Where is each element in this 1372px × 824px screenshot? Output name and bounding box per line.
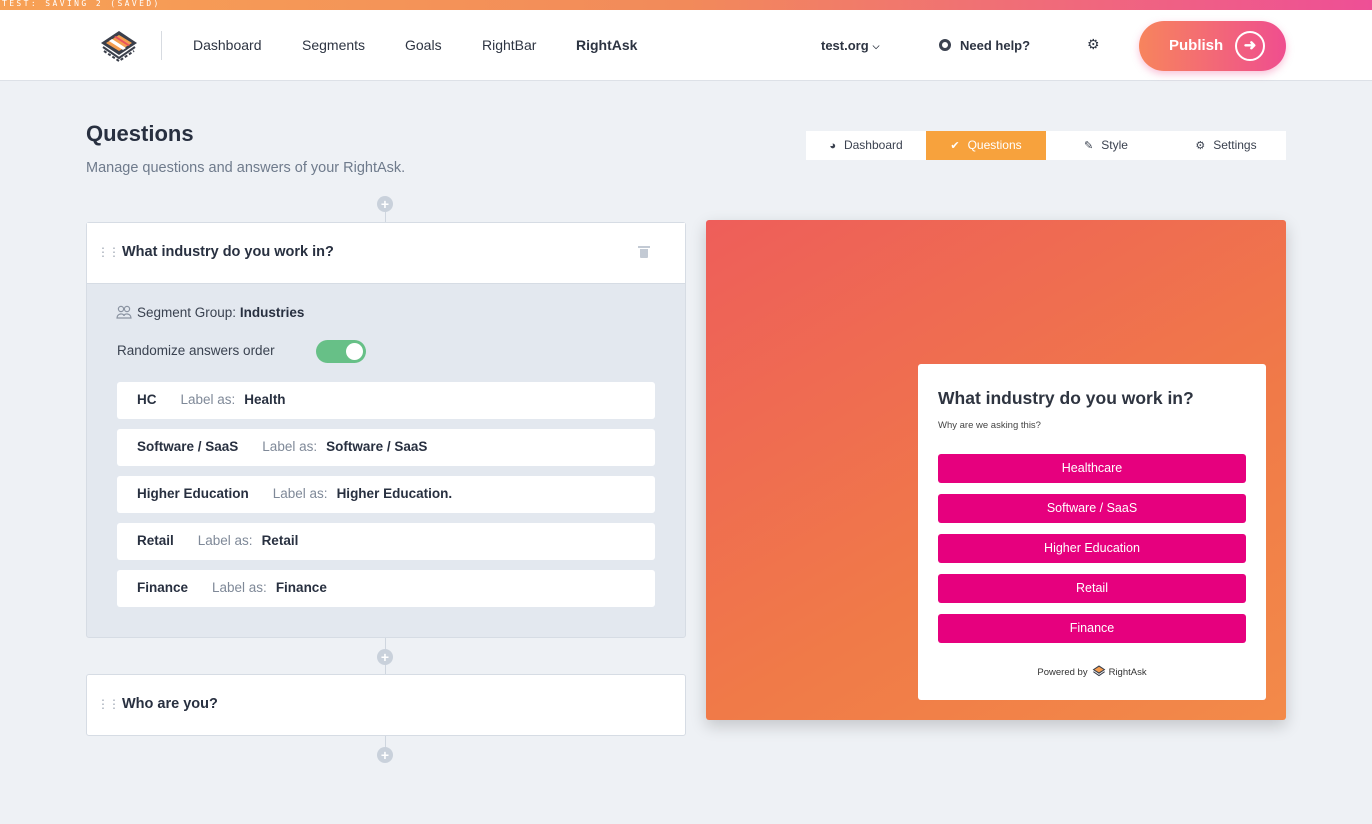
answer-code: Retail	[137, 533, 174, 548]
org-name: test.org	[821, 38, 869, 53]
brush-icon: ✎	[1084, 140, 1094, 152]
arrow-right-icon: ➜	[1235, 31, 1265, 61]
answer-code: Software / SaaS	[137, 439, 239, 454]
widget-preview: What industry do you work in? Why are we…	[706, 220, 1286, 720]
answer-label[interactable]: Software / SaaS	[326, 439, 427, 454]
answer-row[interactable]: Higher Education Label as: Higher Educatio…	[117, 476, 655, 513]
preview-question-title: What industry do you work in?	[938, 388, 1194, 408]
segment-group-label: Segment Group:	[137, 305, 237, 320]
group-icon	[116, 305, 132, 319]
nav-rightbar[interactable]: RightBar	[482, 37, 536, 53]
question-title[interactable]: What industry do you work in?	[122, 244, 334, 260]
chevron-down-icon: ⌵	[872, 41, 880, 51]
answer-row[interactable]: Finance Label as: Finance	[117, 570, 655, 607]
nav-dashboard[interactable]: Dashboard	[193, 37, 262, 53]
gauge-icon: ◕	[829, 140, 836, 152]
answer-row[interactable]: Retail Label as: Retail	[117, 523, 655, 560]
lifebuoy-icon	[939, 39, 951, 51]
preview-widget: What industry do you work in? Why are we…	[918, 364, 1266, 700]
status-text: TEST: SAVING 2 (SAVED)	[2, 0, 161, 8]
tab-dashboard[interactable]: ◕ Dashboard	[806, 131, 926, 160]
label-as-text: Label as:	[272, 486, 328, 501]
section-tabs: ◕ Dashboard ✔ Questions ✎ Style ⚙ Settings	[806, 131, 1286, 160]
page-subtitle: Manage questions and answers of your Rig…	[86, 160, 406, 176]
tab-settings[interactable]: ⚙ Settings	[1166, 131, 1286, 160]
connector-line	[385, 212, 386, 222]
preview-why-link[interactable]: Why are we asking this?	[938, 420, 1041, 431]
tab-label: Style	[1101, 138, 1128, 152]
answer-label[interactable]: Higher Education.	[337, 486, 453, 501]
answer-label[interactable]: Retail	[262, 533, 299, 548]
answer-code: HC	[137, 392, 157, 407]
randomize-label: Randomize answers order	[117, 343, 275, 358]
publish-button[interactable]: Publish ➜	[1139, 21, 1286, 71]
question-header[interactable]: ⋮⋮ What industry do you work in?	[87, 223, 685, 284]
segment-group-value[interactable]: Industries	[240, 305, 305, 320]
help-link[interactable]: Need help?	[939, 38, 1030, 53]
answer-code: Finance	[137, 580, 189, 595]
tab-label: Settings	[1213, 138, 1257, 152]
tab-style[interactable]: ✎ Style	[1046, 131, 1166, 160]
rightask-logo-icon[interactable]	[100, 30, 138, 64]
org-selector[interactable]: test.org ⌵	[821, 38, 880, 53]
label-as-text: Label as:	[262, 439, 318, 454]
preview-answer-button[interactable]: Higher Education	[938, 534, 1246, 563]
powered-by-text: Powered by	[1037, 667, 1088, 678]
segment-group: Segment Group: Industries	[116, 305, 304, 320]
answer-row[interactable]: Software / SaaS Label as: Software / SaaS	[117, 429, 655, 466]
gear-icon: ⚙	[1195, 140, 1206, 152]
answer-row[interactable]: HC Label as: Health	[117, 382, 655, 419]
answer-label[interactable]: Health	[244, 392, 285, 407]
add-question-plus-icon[interactable]: +	[377, 649, 393, 665]
nav-goals[interactable]: Goals	[405, 37, 442, 53]
question-card: ⋮⋮ What industry do you work in? Segment…	[86, 222, 686, 638]
check-icon: ✔	[950, 140, 960, 152]
label-as-text: Label as:	[197, 533, 253, 548]
powered-by[interactable]: Powered by RightAsk	[918, 665, 1266, 678]
nav-segments[interactable]: Segments	[302, 37, 365, 53]
powered-by-brand: RightAsk	[1108, 667, 1147, 678]
rightask-logo-icon	[1092, 665, 1105, 677]
label-as-text: Label as:	[180, 392, 236, 407]
preview-answer-button[interactable]: Healthcare	[938, 454, 1246, 483]
nav-rightask[interactable]: RightAsk	[576, 37, 637, 53]
tab-questions[interactable]: ✔ Questions	[926, 131, 1046, 160]
answer-label[interactable]: Finance	[276, 580, 327, 595]
tab-label: Dashboard	[843, 138, 903, 152]
top-navigation: Dashboard Segments Goals RightBar RightA…	[0, 10, 1372, 81]
randomize-toggle[interactable]	[316, 340, 366, 363]
question-title[interactable]: Who are you?	[122, 696, 218, 712]
logo-divider	[161, 31, 162, 60]
preview-answer-button[interactable]: Software / SaaS	[938, 494, 1246, 523]
drag-handle-icon[interactable]: ⋮⋮	[97, 697, 120, 711]
trash-icon[interactable]	[638, 246, 650, 258]
add-question-plus-icon[interactable]: +	[377, 196, 393, 212]
answer-code: Higher Education	[137, 486, 249, 501]
publish-label: Publish	[1169, 37, 1224, 54]
label-as-text: Label as:	[212, 580, 267, 595]
preview-answer-button[interactable]: Retail	[938, 574, 1246, 603]
page-title: Questions	[86, 121, 194, 146]
gear-icon[interactable]: ⚙	[1087, 36, 1100, 53]
preview-answer-button[interactable]: Finance	[938, 614, 1246, 643]
question-card[interactable]: ⋮⋮ Who are you?	[86, 674, 686, 736]
help-label: Need help?	[960, 38, 1031, 53]
add-question-plus-icon[interactable]: +	[377, 747, 393, 763]
status-strip: TEST: SAVING 2 (SAVED)	[0, 0, 1372, 10]
tab-label: Questions	[967, 138, 1022, 152]
drag-handle-icon[interactable]: ⋮⋮	[97, 245, 120, 259]
